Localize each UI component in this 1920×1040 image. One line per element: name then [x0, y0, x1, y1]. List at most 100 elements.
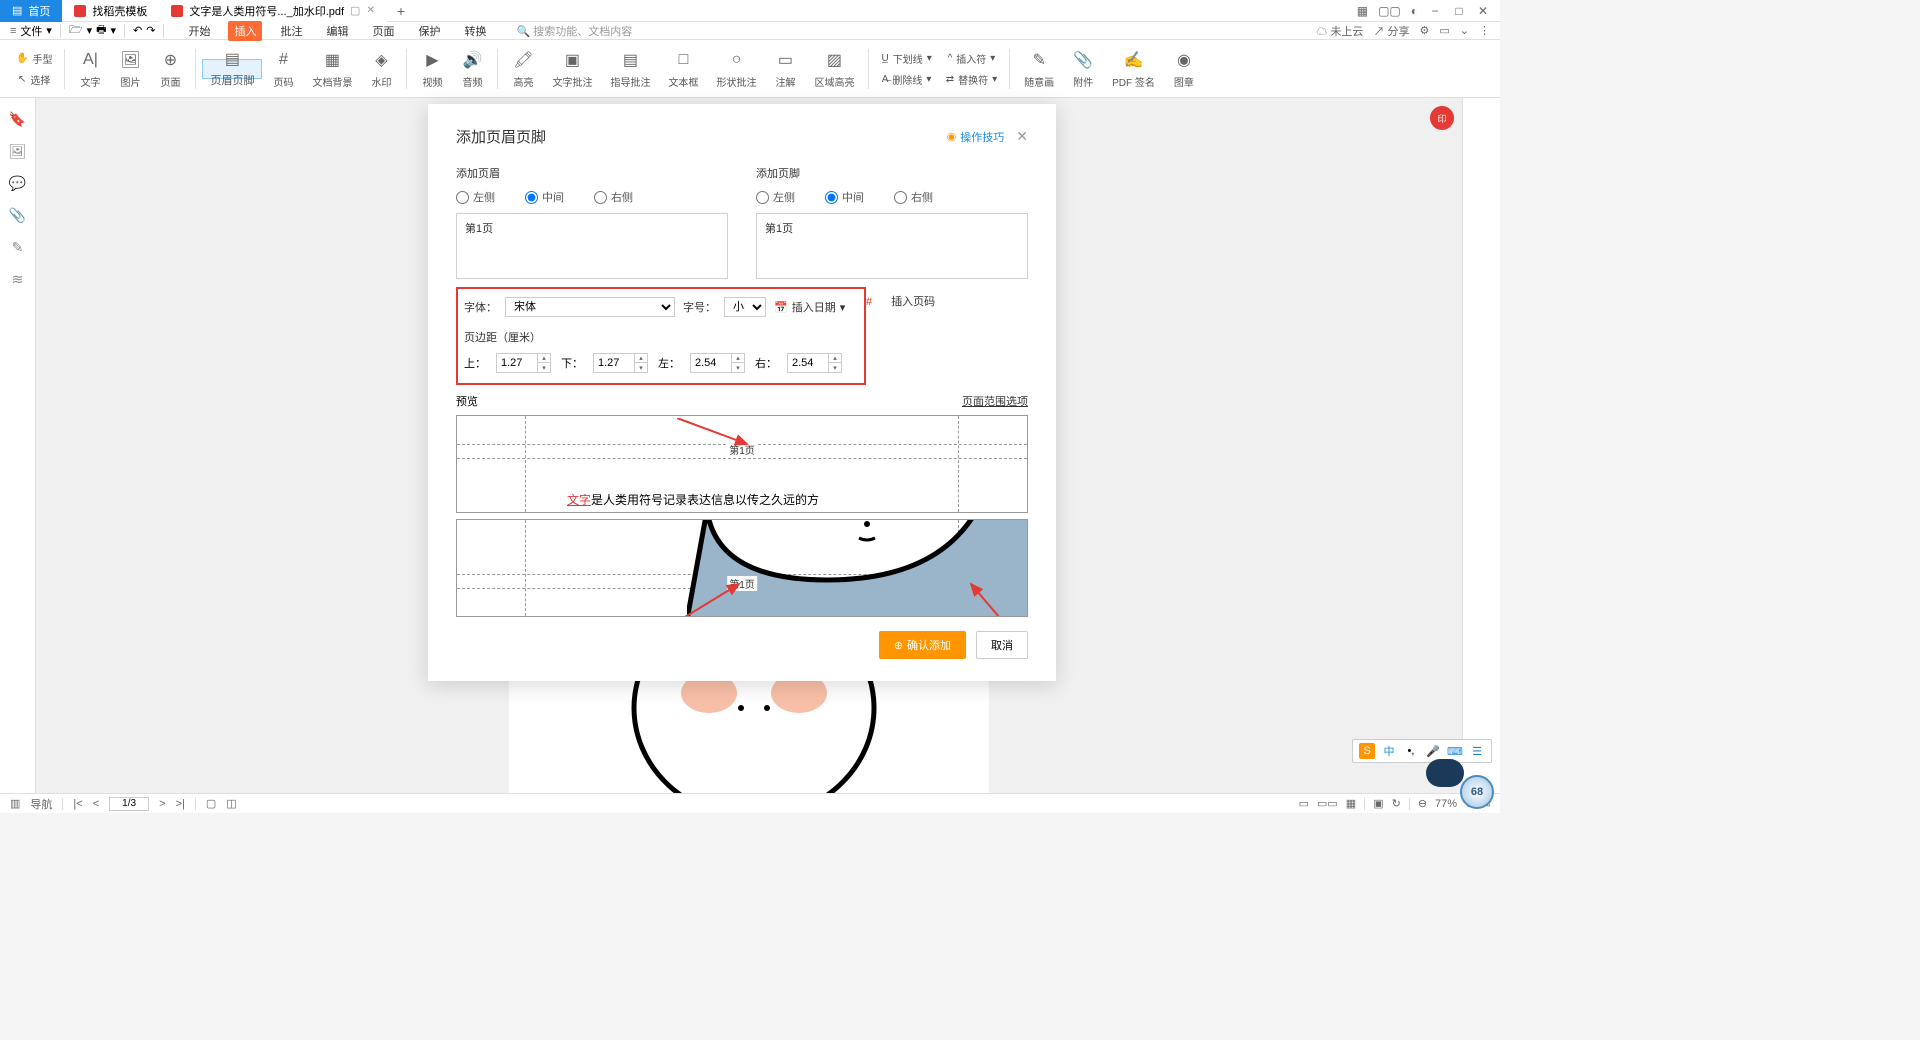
underline[interactable]: U̲下划线 ▾	[875, 49, 937, 68]
margin-bottom-input[interactable]	[593, 353, 635, 373]
image-panel-icon[interactable]: 🖼	[9, 142, 27, 160]
share-button[interactable]: ↗ 分享	[1373, 23, 1409, 39]
ime-keyboard-icon[interactable]: ⌨	[1447, 743, 1463, 759]
freehand[interactable]: ✎随意画	[1016, 45, 1062, 93]
layers-icon[interactable]: ≋	[9, 270, 27, 288]
margin-right-input[interactable]	[787, 353, 829, 373]
shape-annotation[interactable]: ○形状批注	[708, 45, 764, 93]
page-number[interactable]: #页码	[264, 45, 302, 93]
insert-page[interactable]: ⊕页面	[151, 45, 189, 93]
first-page-button[interactable]: |<	[73, 798, 82, 810]
collapse-icon[interactable]: ⌄	[1460, 24, 1469, 37]
page-range-link[interactable]: 页面范围选项	[962, 393, 1028, 409]
tool-icon[interactable]: ✎	[9, 238, 27, 256]
menu-protect[interactable]: 保护	[412, 21, 446, 41]
footer-center-radio[interactable]: 中间	[825, 189, 864, 205]
stamp[interactable]: ◉图章	[1165, 45, 1203, 93]
ime-punct[interactable]: •,	[1403, 743, 1419, 759]
spin-buttons[interactable]: ▴▾	[829, 353, 842, 373]
present-icon[interactable]: ▭	[1439, 24, 1449, 37]
footer-content-input[interactable]: 第1页	[756, 213, 1028, 279]
clip-icon[interactable]: 📎	[9, 206, 27, 224]
rotate-icon[interactable]: ↻	[1392, 797, 1401, 810]
header-content-input[interactable]: 第1页	[456, 213, 728, 279]
margin-top-input[interactable]	[496, 353, 538, 373]
menu-annotate[interactable]: 批注	[274, 21, 308, 41]
highlight[interactable]: 🖍高亮	[504, 45, 542, 93]
close-icon[interactable]: ✕	[366, 5, 374, 16]
open-icon[interactable]: 🗁	[69, 21, 83, 40]
insert-image[interactable]: 🖼图片	[111, 45, 149, 93]
insert-audio[interactable]: 🔊音频	[453, 45, 491, 93]
menu-page[interactable]: 页面	[366, 21, 400, 41]
header-left-radio[interactable]: 左侧	[456, 189, 495, 205]
search-input[interactable]: 🔍 搜索功能、文档内容	[516, 23, 632, 39]
replace-symbol[interactable]: ⇄替换符 ▾	[940, 70, 1003, 89]
tab-templates[interactable]: 找稻壳模板	[62, 0, 159, 22]
pdf-badge-icon[interactable]: 印	[1430, 106, 1454, 130]
system-monitor[interactable]: 68	[1434, 759, 1494, 809]
menu-icon[interactable]: ≡	[10, 25, 16, 37]
view2-icon[interactable]: ▭▭	[1317, 797, 1338, 810]
insert-text[interactable]: A|文字	[71, 45, 109, 93]
footer-left-radio[interactable]: 左侧	[756, 189, 795, 205]
crop-icon[interactable]: ▣	[1373, 797, 1383, 810]
next-page-button[interactable]: >	[159, 798, 165, 810]
area-highlight[interactable]: ▨区域高亮	[806, 45, 862, 93]
insert-date-button[interactable]: 📅 插入日期 ▾	[774, 299, 845, 315]
restore-button[interactable]: □	[1452, 4, 1466, 18]
header-right-radio[interactable]: 右侧	[594, 189, 633, 205]
last-page-button[interactable]: >|	[176, 798, 185, 810]
view1-icon[interactable]: ▭	[1299, 797, 1309, 810]
more-icon[interactable]: ⋮	[1479, 24, 1490, 37]
insert-symbol[interactable]: ^插入符 ▾	[940, 49, 1003, 68]
strikethrough[interactable]: A̶删除线 ▾	[875, 70, 937, 89]
textbox[interactable]: □文本框	[660, 45, 706, 93]
spin-buttons[interactable]: ▴▾	[732, 353, 745, 373]
dialog-close-button[interactable]: ✕	[1016, 128, 1028, 145]
header-footer-button[interactable]: ▤页眉页脚	[202, 59, 262, 79]
page-input[interactable]	[109, 797, 149, 811]
print-dropdown-icon[interactable]: ▾	[111, 24, 117, 37]
tips-link[interactable]: ◉操作技巧	[947, 129, 1005, 145]
redo-icon[interactable]: ↷	[146, 24, 155, 37]
confirm-button[interactable]: ⊕确认添加	[879, 631, 966, 659]
spin-buttons[interactable]: ▴▾	[538, 353, 551, 373]
add-tab-button[interactable]: +	[387, 3, 415, 19]
avatar-icon[interactable]: ◐	[1411, 4, 1418, 18]
tab-home[interactable]: ▤首页	[0, 0, 62, 22]
close-button[interactable]: ✕	[1476, 4, 1490, 18]
ime-lang[interactable]: 中	[1381, 743, 1397, 759]
text-annotation[interactable]: ▣文字批注	[544, 45, 600, 93]
pdf-sign[interactable]: ✍PDF 签名	[1104, 45, 1163, 93]
footer-right-radio[interactable]: 右侧	[894, 189, 933, 205]
cancel-button[interactable]: 取消	[976, 631, 1028, 659]
minimize-button[interactable]: −	[1428, 4, 1442, 18]
menu-insert[interactable]: 插入	[228, 21, 262, 41]
watermark[interactable]: ◈水印	[362, 45, 400, 93]
undo-icon[interactable]: ↶	[133, 24, 142, 37]
margin-left-input[interactable]	[690, 353, 732, 373]
print-icon[interactable]: 🖶	[96, 21, 106, 40]
guide-annotation[interactable]: ▤指导批注	[602, 45, 658, 93]
prev-page-button[interactable]: <	[93, 798, 99, 810]
ime-settings-icon[interactable]: ☰	[1469, 743, 1485, 759]
settings-icon[interactable]: ⚙	[1420, 24, 1430, 37]
note[interactable]: ▭注解	[766, 45, 804, 93]
attachment[interactable]: 📎附件	[1064, 45, 1102, 93]
nav-label[interactable]: 导航	[30, 796, 52, 812]
fit2-icon[interactable]: ◫	[226, 797, 236, 810]
spin-buttons[interactable]: ▴▾	[635, 353, 648, 373]
menu-edit[interactable]: 编辑	[320, 21, 354, 41]
zoom-out-button[interactable]: ⊖	[1418, 797, 1427, 810]
font-select[interactable]: 宋体	[505, 297, 675, 317]
comment-icon[interactable]: 💬	[9, 174, 27, 192]
cloud-status[interactable]: ☁ 未上云	[1316, 23, 1363, 39]
ime-mic-icon[interactable]: 🎤	[1425, 743, 1441, 759]
apps-icon[interactable]: ▢▢	[1378, 4, 1401, 18]
header-center-radio[interactable]: 中间	[525, 189, 564, 205]
file-menu[interactable]: 文件 ▾	[20, 23, 52, 39]
fit-icon[interactable]: ▢	[206, 797, 216, 810]
bookmark-icon[interactable]: 🔖	[9, 110, 27, 128]
thumbs-icon[interactable]: ▥	[10, 797, 20, 810]
